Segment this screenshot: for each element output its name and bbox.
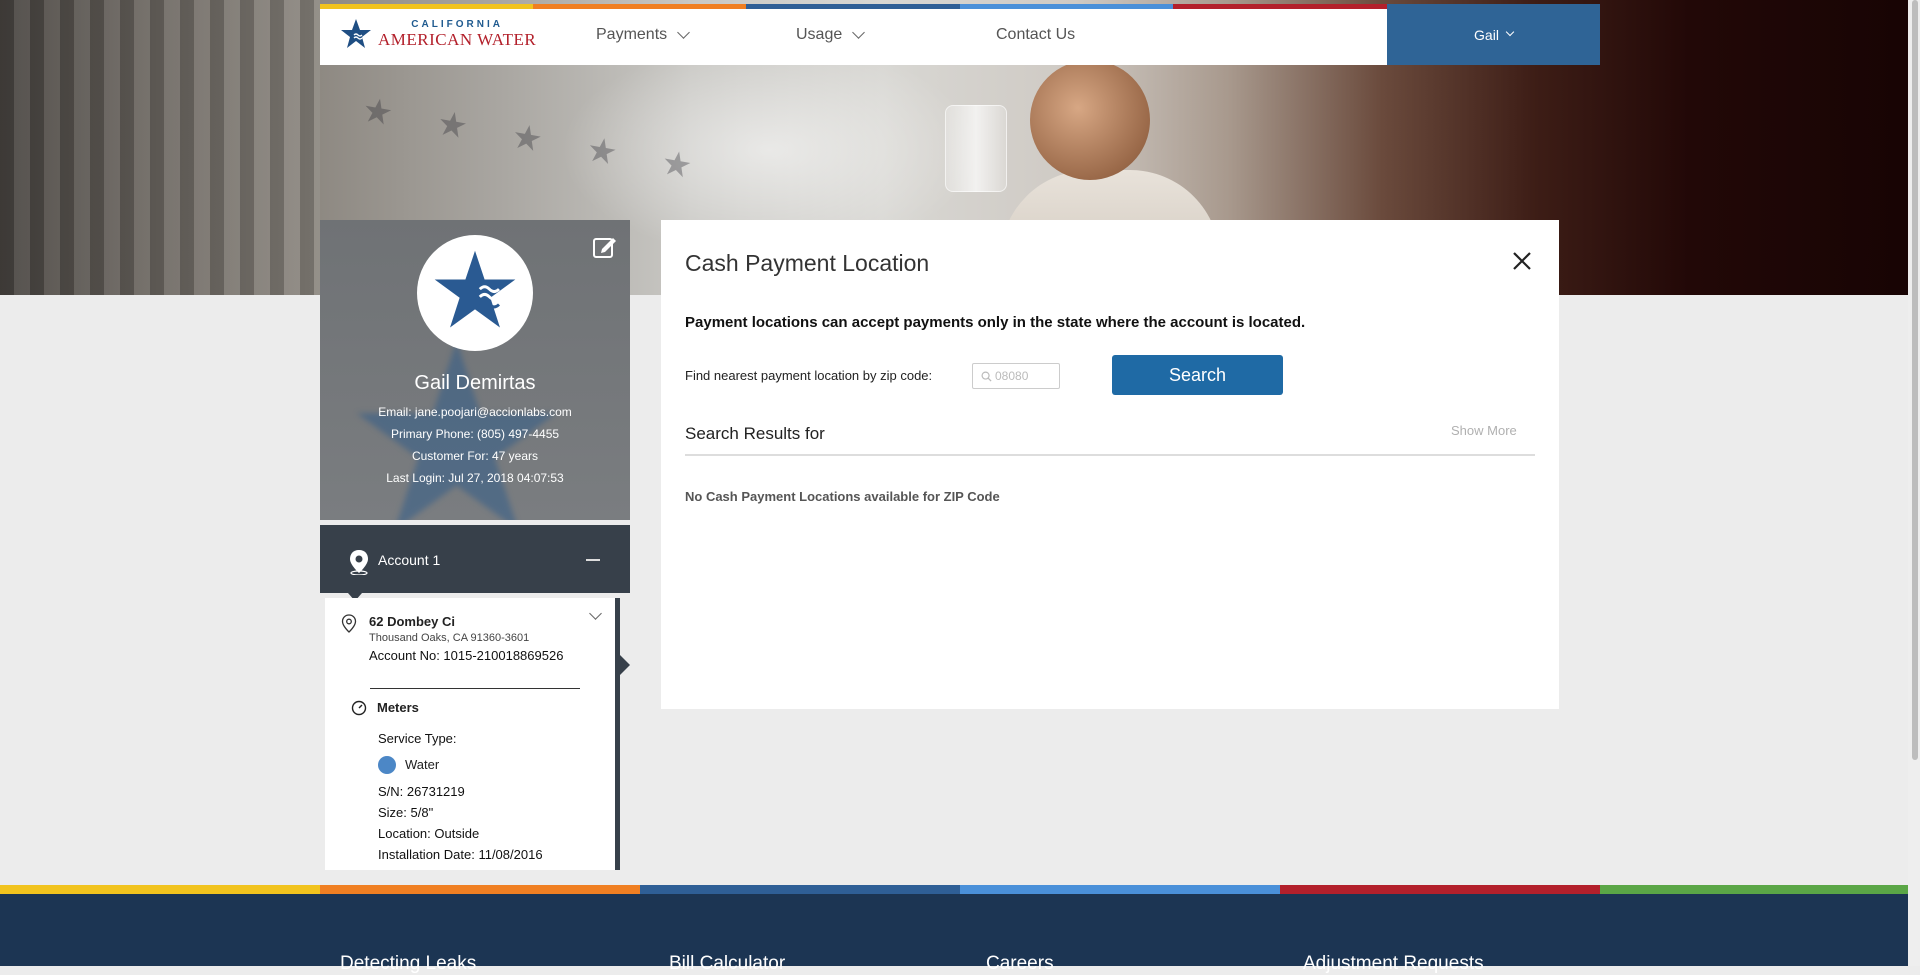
- nav-contact-us-label: Contact Us: [996, 26, 1076, 43]
- hero-water-glass: [945, 105, 1007, 192]
- location-pin-icon: [350, 550, 368, 575]
- user-menu-button[interactable]: Gail: [1387, 4, 1600, 65]
- nav-stripe-blue: [960, 4, 1173, 9]
- zip-code-field[interactable]: [972, 363, 1060, 389]
- zip-search-label: Find nearest payment location by zip cod…: [685, 368, 933, 383]
- results-divider: [685, 454, 1535, 456]
- profile-name: Gail Demirtas: [414, 372, 536, 394]
- footer-stripe-red: [1280, 885, 1600, 894]
- site-footer: Detecting Leaks Bill Calculator Careers …: [0, 885, 1908, 974]
- service-type-label: Service Type:: [378, 731, 457, 746]
- account-header[interactable]: Account 1: [320, 525, 630, 601]
- profile-card: ★ Gail Demirtas Email: jane.poojari@acci…: [320, 220, 630, 520]
- show-more-link[interactable]: Show More: [1451, 423, 1517, 438]
- address-pin-icon: [341, 614, 357, 633]
- chevron-down-icon: [677, 26, 691, 39]
- nav-stripe-orange: [533, 4, 746, 9]
- footer-stripe-blue: [960, 885, 1280, 894]
- meter-serial: S/N: 26731219: [378, 784, 465, 799]
- meter-install-date: Installation Date: 11/08/2016: [378, 847, 543, 862]
- profile-customer-for: Customer For: 47 years: [411, 449, 539, 463]
- nav-payments-label: Payments: [596, 26, 668, 43]
- meters-title: Meters: [377, 700, 419, 715]
- hero-child-head: [1030, 60, 1150, 180]
- zip-code-input[interactable]: [995, 369, 1057, 383]
- footer-link-careers[interactable]: Careers: [986, 953, 1054, 975]
- meter-location: Location: Outside: [378, 826, 480, 841]
- selection-arrow-icon: [620, 655, 630, 675]
- footer-link-detecting-leaks[interactable]: Detecting Leaks: [340, 953, 476, 975]
- search-results-heading: Search Results for: [685, 424, 825, 443]
- nav-stripe-navy: [746, 4, 960, 9]
- footer-stripe-navy: [640, 885, 960, 894]
- footer-link-bill-calculator[interactable]: Bill Calculator: [669, 953, 785, 975]
- company-logo[interactable]: CALIFORNIA AMERICAN WATER: [340, 18, 536, 50]
- close-icon[interactable]: [1511, 250, 1533, 272]
- service-type-value: Water: [405, 757, 440, 772]
- account-title: Account 1: [378, 552, 441, 568]
- meter-size: Size: 5/8": [378, 805, 434, 820]
- profile-phone: Primary Phone: (805) 497-4455: [390, 427, 560, 441]
- footer-stripe-green: [1600, 885, 1908, 894]
- user-menu-label: Gail: [1474, 26, 1499, 43]
- dialog-title: Cash Payment Location: [685, 250, 930, 276]
- top-navigation: CALIFORNIA AMERICAN WATER Payments Usage…: [320, 4, 1600, 65]
- chevron-down-icon: [852, 26, 866, 39]
- search-button[interactable]: Search: [1112, 355, 1283, 395]
- scrollbar-thumb[interactable]: [1912, 0, 1918, 760]
- star-logo-icon: [341, 19, 371, 48]
- nav-payments[interactable]: Payments: [596, 26, 691, 44]
- chevron-down-icon: [1505, 27, 1515, 37]
- collapse-icon[interactable]: [586, 559, 600, 561]
- profile-email: Email: jane.poojari@accionlabs.com: [378, 405, 572, 419]
- nav-stripe-yellow: [320, 4, 533, 9]
- logo-line-1: CALIFORNIA: [411, 18, 503, 30]
- footer-stripe-orange: [320, 885, 640, 894]
- account-number: Account No: 1015-210018869526: [369, 648, 564, 663]
- nav-stripe-red: [1173, 4, 1387, 9]
- chevron-down-icon[interactable]: [589, 607, 602, 620]
- avatar: [417, 235, 533, 351]
- account-detail-panel: 62 Dombey Ci Thousand Oaks, CA 91360-360…: [325, 598, 630, 870]
- no-results-message: No Cash Payment Locations available for …: [685, 489, 1000, 504]
- star-logo-icon: [434, 250, 516, 328]
- search-icon: [981, 371, 992, 382]
- address-city: Thousand Oaks, CA 91360-3601: [369, 632, 530, 644]
- profile-last-login: Last Login: Jul 27, 2018 04:07:53: [386, 471, 564, 485]
- selection-bar: [615, 598, 620, 870]
- edit-icon[interactable]: [592, 234, 618, 260]
- cash-payment-location-dialog: Cash Payment Location Payment locations …: [661, 220, 1559, 709]
- hero-curtain: [0, 0, 320, 295]
- nav-usage-label: Usage: [796, 26, 843, 43]
- divider: [370, 688, 580, 689]
- payment-notice: Payment locations can accept payments on…: [685, 314, 1306, 331]
- footer-stripe-yellow: [0, 885, 320, 894]
- address-street: 62 Dombey Ci: [369, 614, 455, 629]
- footer-link-adjustment-requests[interactable]: Adjustment Requests: [1303, 953, 1484, 975]
- nav-usage[interactable]: Usage: [796, 26, 866, 44]
- nav-contact-us[interactable]: Contact Us: [996, 26, 1075, 44]
- water-service-icon: [378, 756, 396, 774]
- meter-gauge-icon: [351, 700, 367, 716]
- logo-line-2: AMERICAN WATER: [378, 29, 537, 49]
